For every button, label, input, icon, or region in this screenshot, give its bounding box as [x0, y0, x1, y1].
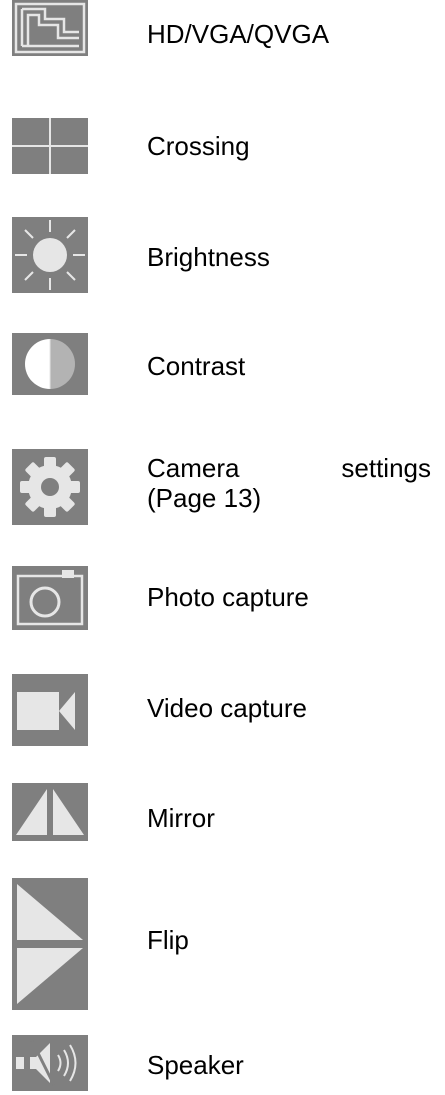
resolution-icon — [12, 0, 88, 56]
speaker-icon — [12, 1035, 88, 1091]
camera-settings-page-ref: (Page 13) — [147, 483, 262, 513]
brightness-icon — [12, 217, 88, 293]
gear-icon — [12, 449, 88, 525]
brightness-label: Brightness — [147, 242, 270, 272]
crossing-label: Crossing — [147, 131, 250, 161]
flip-label: Flip — [147, 925, 189, 955]
resolution-label: HD/VGA/QVGA — [147, 19, 330, 49]
mirror-label: Mirror — [147, 803, 215, 833]
photo-capture-label: Photo capture — [147, 582, 309, 612]
contrast-label: Contrast — [147, 351, 246, 381]
camera-icon — [12, 566, 88, 630]
mirror-icon — [12, 783, 88, 841]
camera-settings-label: Camera settings (Page 13) — [147, 453, 431, 513]
video-capture-label: Video capture — [147, 693, 307, 723]
camera-settings-label-word2: settings — [341, 453, 431, 483]
flip-icon — [12, 878, 88, 1010]
video-camera-icon — [12, 674, 88, 746]
speaker-label: Speaker — [147, 1050, 244, 1080]
crossing-icon — [12, 118, 88, 174]
camera-settings-label-word1: Camera — [147, 453, 240, 483]
contrast-icon — [12, 333, 88, 395]
